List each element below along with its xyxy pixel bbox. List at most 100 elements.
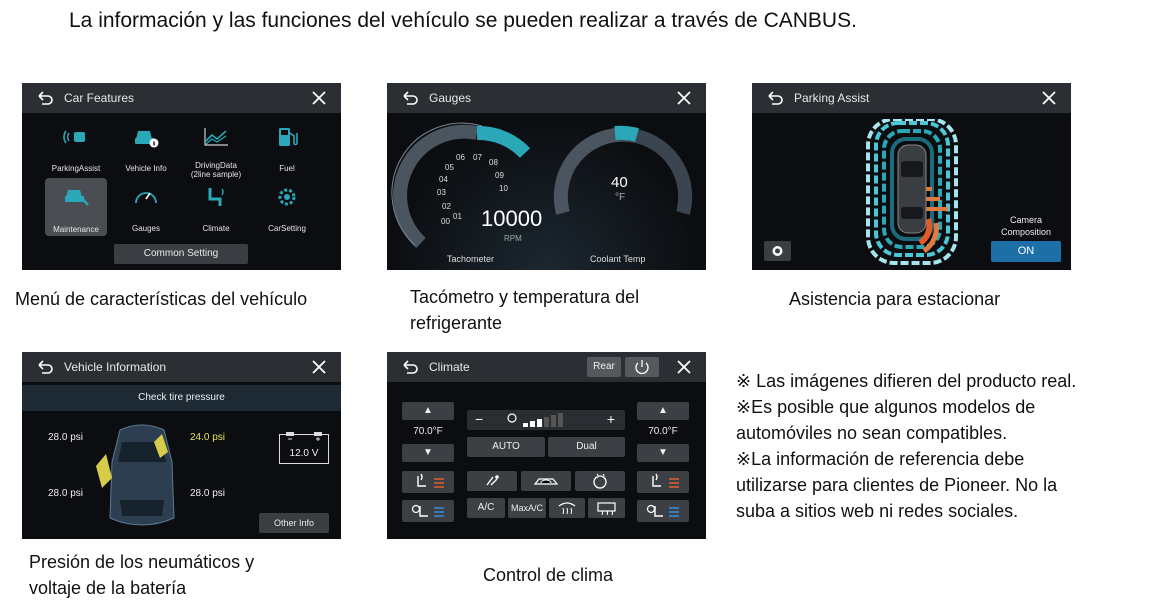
front-defrost-button[interactable] [549, 498, 585, 518]
car-top-view-icon [96, 424, 175, 526]
title-bar: Parking Assist [752, 83, 1071, 113]
feature-fuel[interactable]: Fuel [256, 119, 318, 175]
battery-indicator: 12.0 V [279, 432, 329, 464]
vehicle-info-caption: Presión de los neumáticos y voltaje de l… [29, 552, 255, 598]
gauges-panel: Gauges 00 01 02 03 04 05 06 07 08 09 10 … [387, 83, 706, 270]
panel-title: Vehicle Information [64, 360, 167, 374]
parking-sensor-graphic [866, 119, 958, 265]
gauges-caption: Tacómetro y temperatura del refrigerante [410, 287, 640, 333]
tachometer-label: Tachometer [447, 254, 495, 264]
car-features-caption: Menú de características del vehículo [15, 289, 308, 309]
panel-title: Gauges [429, 91, 472, 105]
left-seat-vent-button[interactable] [402, 500, 454, 522]
recirculation-icon [533, 478, 559, 485]
camera-icon [772, 246, 783, 256]
rpm-value: 10000 [481, 206, 543, 231]
back-icon[interactable] [766, 89, 784, 107]
close-icon[interactable] [676, 90, 692, 106]
parking-assist-icon [63, 130, 85, 144]
feature-parking-assist[interactable]: ParkingAssist [45, 119, 107, 175]
rear-button[interactable]: Rear [587, 357, 621, 377]
close-icon[interactable] [311, 90, 327, 106]
auto-button[interactable]: AUTO [467, 437, 545, 457]
page-headline: La información y las funciones del vehíc… [69, 9, 857, 32]
front-defrost-icon [558, 502, 576, 515]
maintenance-icon [65, 190, 89, 206]
car-setting-icon [278, 188, 296, 206]
feature-car-setting[interactable]: CarSetting [256, 179, 318, 235]
panel-title: Parking Assist [794, 91, 870, 105]
close-icon[interactable] [1041, 90, 1057, 106]
close-icon[interactable] [311, 359, 327, 375]
coolant-label: Coolant Temp [590, 254, 646, 264]
tire-pressure-banner: Check tire pressure [22, 385, 341, 411]
disclaimer-notes: ※ Las imágenes difieren del producto rea… [736, 371, 1077, 521]
rpm-unit: RPM [504, 234, 522, 243]
coolant-unit: °F [615, 192, 626, 203]
right-seat-heat-button[interactable] [637, 471, 689, 493]
back-icon[interactable] [36, 358, 54, 376]
power-icon [635, 360, 649, 375]
seat-heat-icon [417, 473, 444, 488]
climate-caption: Control de clima [483, 565, 614, 585]
car-features-panel: Car Features ParkingAssist Vehicle Info … [22, 83, 341, 270]
fuel-icon [279, 128, 298, 146]
airflow-mode-button[interactable] [467, 471, 517, 491]
fan-speed-control: − + [467, 410, 625, 430]
close-icon[interactable] [676, 359, 692, 375]
driving-data-icon [204, 128, 228, 146]
right-temp-up-button[interactable]: ▲ [637, 402, 689, 420]
gauge-arcs [391, 122, 693, 249]
tire-rear-left: 28.0 psi [48, 488, 84, 499]
camera-composition-label: Camera Composition [1000, 215, 1052, 237]
back-icon[interactable] [401, 358, 419, 376]
ac-button[interactable]: A/C [467, 498, 505, 518]
parking-assist-panel: Parking Assist Camera Composition ON [752, 83, 1071, 270]
feature-maintenance[interactable]: Maintenance [45, 178, 107, 236]
fan-level-bar [507, 413, 563, 427]
right-temperature: 70.0°F [648, 426, 678, 437]
back-icon[interactable] [401, 89, 419, 107]
left-temperature: 70.0°F [413, 426, 443, 437]
feature-gauges[interactable]: Gauges [115, 179, 177, 235]
other-info-button[interactable]: Other Info [259, 513, 329, 533]
panel-title: Car Features [64, 91, 135, 105]
coolant-value: 40 [611, 174, 628, 191]
right-temp-down-button[interactable]: ▼ [637, 444, 689, 462]
feature-vehicle-info[interactable]: Vehicle Info [115, 119, 177, 175]
feature-driving-data[interactable]: DrivingData (2line sample) [185, 119, 247, 179]
airflow-mode-icon [486, 475, 499, 486]
rear-defrost-button[interactable] [588, 498, 625, 518]
seat-vent-icon [411, 504, 444, 517]
gauge-icon [135, 192, 157, 204]
parking-caption: Asistencia para estacionar [789, 289, 1001, 309]
back-icon[interactable] [36, 89, 54, 107]
title-bar: Car Features [22, 83, 341, 113]
battery-icon [286, 432, 322, 441]
title-bar: Climate Rear [387, 352, 706, 382]
tire-front-left: 28.0 psi [48, 432, 84, 443]
title-bar: Vehicle Information [22, 352, 341, 382]
common-setting-button[interactable]: Common Setting [114, 244, 248, 264]
fan-increase-button[interactable]: + [607, 411, 615, 427]
left-seat-heat-button[interactable] [402, 471, 454, 493]
left-temp-up-button[interactable]: ▲ [402, 402, 454, 420]
panel-title: Climate [429, 360, 470, 374]
vehicle-info-panel: Vehicle Information Check tire pressure … [22, 352, 341, 539]
dual-button[interactable]: Dual [548, 437, 625, 457]
tire-front-right: 24.0 psi [190, 432, 226, 443]
recirculation-button[interactable] [521, 471, 571, 491]
right-seat-vent-button[interactable] [637, 500, 689, 522]
fan-decrease-button[interactable]: − [475, 411, 483, 427]
camera-composition-on-button[interactable]: ON [991, 241, 1061, 262]
steering-heat-icon [593, 473, 607, 489]
power-button[interactable] [625, 357, 659, 377]
steering-heat-button[interactable] [575, 471, 625, 491]
camera-button[interactable] [764, 241, 791, 261]
left-temp-down-button[interactable]: ▼ [402, 444, 454, 462]
seat-heat-icon [652, 473, 679, 488]
seat-vent-icon [646, 504, 679, 517]
max-ac-button[interactable]: MaxA/C [508, 498, 546, 518]
climate-panel: Climate Rear ▲ 70.0°F ▼ − + AUTO Dual A/… [387, 352, 706, 539]
feature-climate[interactable]: Climate [185, 179, 247, 235]
